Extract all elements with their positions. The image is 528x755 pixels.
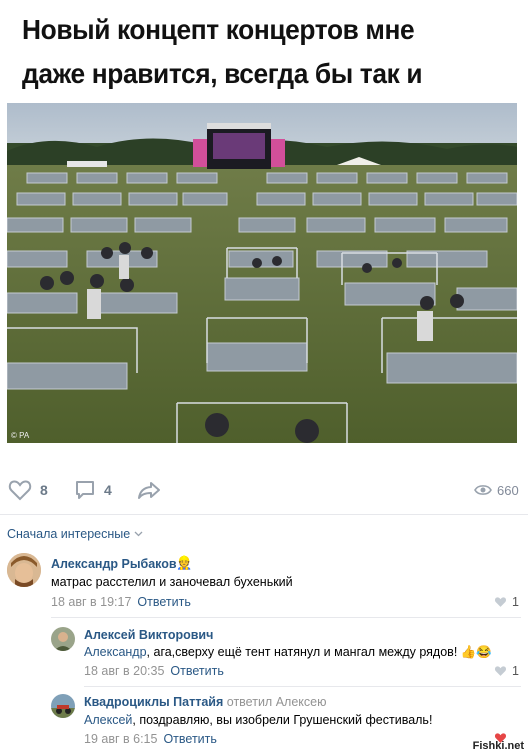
comment-icon <box>76 481 94 499</box>
comment-author[interactable]: Александр Рыбаков <box>51 557 177 571</box>
avatar-image <box>7 553 41 587</box>
comment-like-button[interactable]: 1 <box>494 595 519 609</box>
sort-dropdown[interactable]: Сначала интересные <box>7 527 143 541</box>
comment-meta: 18 авг в 19:17 Ответить <box>51 595 191 609</box>
comment-date[interactable]: 18 авг в 20:35 <box>84 664 164 678</box>
watermark: Fishki.net <box>473 740 524 752</box>
comment-author[interactable]: Алексей Викторович <box>84 628 213 642</box>
avatar[interactable] <box>7 553 41 587</box>
comment-date[interactable]: 19 авг в 6:15 <box>84 732 157 746</box>
comment-button[interactable]: 4 <box>74 470 112 510</box>
heart-icon <box>494 597 507 607</box>
heart-icon <box>494 666 507 676</box>
comment-divider <box>84 686 521 687</box>
reply-button[interactable]: Ответить <box>137 595 190 609</box>
avatar[interactable] <box>51 627 75 651</box>
comment-author[interactable]: Квадроциклы Паттайя <box>84 695 223 709</box>
reply-button[interactable]: Ответить <box>163 732 216 746</box>
avatar-image <box>51 694 75 718</box>
badge-icon: 👷 <box>176 555 193 570</box>
share-button[interactable] <box>137 470 161 510</box>
chevron-down-icon <box>134 531 143 537</box>
views-counter: 660 <box>474 470 519 510</box>
comment-divider <box>51 617 521 618</box>
sort-label: Сначала интересные <box>7 527 131 541</box>
photo-credit: © PA <box>11 431 30 440</box>
eye-icon <box>474 485 492 495</box>
mention-link[interactable]: Алексей <box>84 713 132 727</box>
comment-text: Александр, ага,сверху ещё тент натянул и… <box>84 645 492 660</box>
concert-photo[interactable]: © PA <box>7 103 517 443</box>
comment-meta: 19 авг в 6:15 Ответить <box>84 732 217 746</box>
mention-link[interactable]: Александр <box>84 645 147 659</box>
comment-text: Алексей, поздравляю, вы изобрели Грушенс… <box>84 713 432 727</box>
post-actions-bar: 8 4 660 <box>0 470 528 510</box>
like-count: 8 <box>40 482 48 498</box>
watermark-text: Fishki.net <box>472 740 524 752</box>
share-icon <box>138 482 160 499</box>
like-button[interactable]: 8 <box>8 470 48 510</box>
comment-like-button[interactable]: 1 <box>494 664 519 678</box>
divider <box>0 514 528 515</box>
comment-text: матрас расстелил и заночевал бухенький <box>51 575 293 589</box>
reply-button[interactable]: Ответить <box>170 664 223 678</box>
heart-icon <box>8 480 32 501</box>
concert-photo-drawing <box>7 103 517 443</box>
comment-body: , ага,сверху ещё тент натянул и мангал м… <box>146 645 492 659</box>
comment-like-count: 1 <box>512 595 519 609</box>
comment-body: , поздравляю, вы изобрели Грушенский фес… <box>132 713 433 727</box>
comment-count: 4 <box>104 482 112 498</box>
comment-date[interactable]: 18 авг в 19:17 <box>51 595 131 609</box>
reply-note[interactable]: ответил Алексею <box>227 695 327 709</box>
avatar-image <box>51 627 75 651</box>
comment-like-count: 1 <box>512 664 519 678</box>
comment-meta: 18 авг в 20:35 Ответить <box>84 664 224 678</box>
views-count: 660 <box>497 482 519 498</box>
avatar[interactable] <box>51 694 75 718</box>
comment-author-line: Квадроциклы Паттайя ответил Алексею <box>84 695 326 709</box>
